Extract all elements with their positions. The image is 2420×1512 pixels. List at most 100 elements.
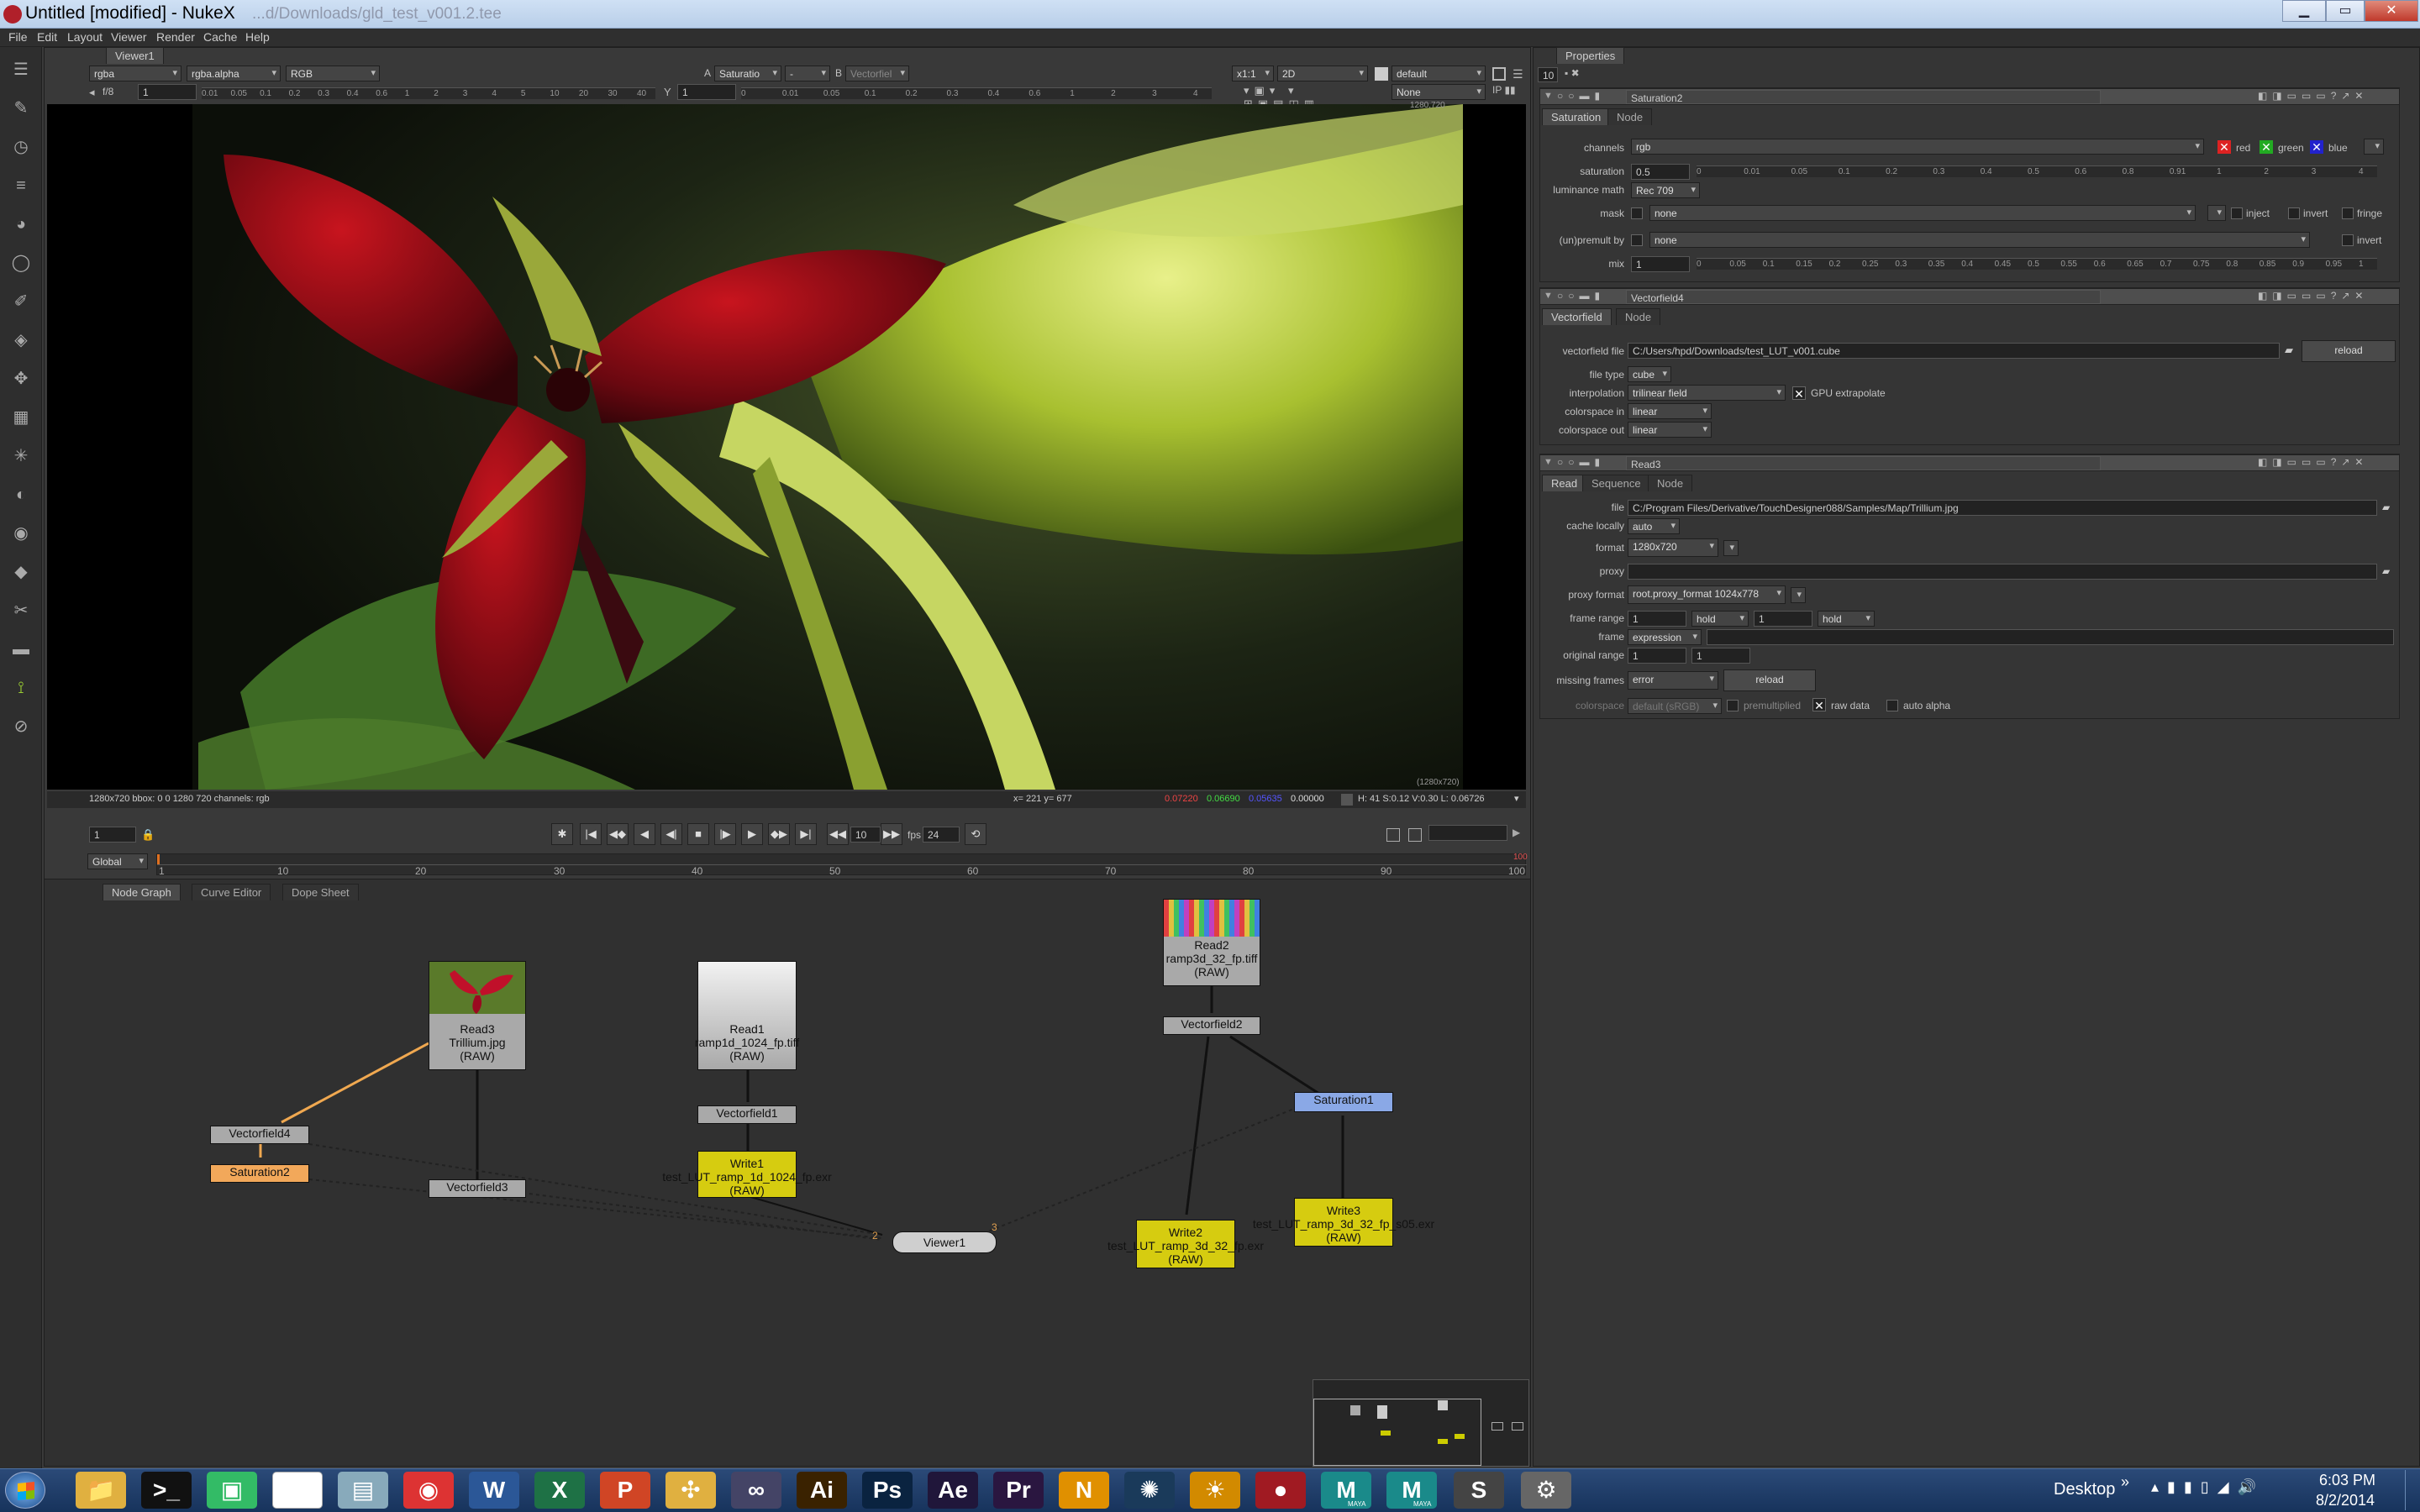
vectorfield4-name-field[interactable]: Vectorfield4 — [1626, 290, 2101, 304]
node-graph-minimap[interactable] — [1313, 1379, 1529, 1467]
original-range-end-field[interactable]: 1 — [1691, 648, 1750, 664]
taskbar-nuke-n-icon[interactable]: N — [1059, 1472, 1109, 1509]
luminance-math-dropdown[interactable]: Rec 709 — [1631, 182, 1700, 198]
raw-data-checkbox[interactable]: ✕ — [1812, 698, 1826, 712]
cache-locally-dropdown[interactable]: auto — [1628, 518, 1680, 534]
taskbar-gear-icon[interactable]: ⚙ — [1521, 1472, 1571, 1509]
mix-field[interactable]: 1 — [1631, 256, 1690, 272]
taskbar-photoshop-icon[interactable]: Ps — [862, 1472, 913, 1509]
mix-slider[interactable]: 0 0.05 0.1 0.15 0.2 0.25 0.3 0.35 0.4 0.45 0.5 0.55… — [1697, 258, 2377, 270]
tab-sequence[interactable]: Sequence — [1582, 475, 1650, 491]
taskbar-remote-icon[interactable]: ▣ — [207, 1472, 257, 1509]
invert-mask-checkbox[interactable] — [2288, 207, 2300, 219]
taskbar-premiere-icon[interactable]: Pr — [993, 1472, 1044, 1509]
tab-properties[interactable]: Properties — [1556, 47, 1625, 64]
green-checkbox[interactable]: ✕ — [2260, 140, 2273, 154]
start-button[interactable] — [5, 1472, 45, 1509]
red-checkbox[interactable]: ✕ — [2217, 140, 2231, 154]
node-header-buttons[interactable]: ◧◨▭▭▭?↗✕ — [2258, 456, 2368, 468]
system-tray-icons[interactable]: ▴▮▮▯◢🔊 — [2151, 1478, 2294, 1504]
taskbar-chrome-icon[interactable]: ◉ — [403, 1472, 454, 1509]
premultiplied-checkbox[interactable] — [1727, 700, 1739, 711]
desktop-toolbar-label[interactable]: Desktop — [2054, 1480, 2115, 1499]
read-file-field[interactable]: C:/Program Files/Derivative/TouchDesigne… — [1628, 500, 2377, 516]
taskbar-swirl-icon[interactable]: ∞ — [731, 1472, 781, 1509]
saturation2-name-field[interactable]: Saturation2 — [1626, 90, 2101, 104]
tab-vectorfield[interactable]: Vectorfield — [1542, 308, 1612, 325]
auto-alpha-checkbox[interactable] — [1886, 700, 1898, 711]
node-vectorfield1[interactable]: Vectorfield1 — [697, 1105, 797, 1124]
colorspace-in-dropdown[interactable]: linear — [1628, 403, 1712, 419]
frame-mode-dropdown[interactable]: expression — [1628, 629, 1702, 645]
premult-dropdown[interactable]: none — [1649, 232, 2310, 248]
minimap-toggle-icon[interactable] — [1512, 1422, 1523, 1431]
minimap-fit-icon[interactable] — [1491, 1422, 1503, 1431]
proxy-browse-icon[interactable]: ▰ — [2382, 565, 2394, 577]
interpolation-dropdown[interactable]: trilinear field — [1628, 385, 1786, 401]
frame-expression-field[interactable] — [1707, 629, 2394, 645]
node-header-icons[interactable]: ○○▬▮ — [1557, 290, 1605, 302]
taskbar-notepad-icon[interactable] — [272, 1472, 323, 1509]
alpha-channel-dropdown[interactable] — [2364, 139, 2384, 155]
node-write3[interactable]: Write3 test_LUT_ramp_3d_32_fp_s05.exr (R… — [1253, 1198, 1434, 1247]
minimize-button[interactable]: ▁ — [2282, 0, 2326, 22]
tab-node[interactable]: Node — [1616, 308, 1661, 325]
mask-channel-dropdown[interactable] — [2207, 205, 2226, 221]
node-read1[interactable]: Read1 ramp1d_1024_fp.tiff (RAW) — [695, 961, 799, 1070]
node-vectorfield2[interactable]: Vectorfield2 — [1163, 1016, 1260, 1035]
clock-time[interactable]: 6:03 PM — [2319, 1472, 2375, 1489]
collapse-icon[interactable]: ▼ — [1544, 91, 1553, 101]
node-header-buttons[interactable]: ◧◨▭▭▭?↗✕ — [2258, 90, 2368, 102]
taskbar-nukex-icon[interactable]: ● — [1255, 1472, 1306, 1509]
mask-checkbox[interactable] — [1631, 207, 1643, 219]
clock-date[interactable]: 8/2/2014 — [2316, 1492, 2375, 1509]
node-write2[interactable]: Write2 test_LUT_ramp_3d_32_fp.exr (RAW) — [1107, 1220, 1264, 1268]
missing-frames-dropdown[interactable]: error — [1628, 671, 1718, 690]
inject-checkbox[interactable] — [2231, 207, 2243, 219]
original-range-start-field[interactable]: 1 — [1628, 648, 1686, 664]
close-button[interactable]: ✕ — [2365, 0, 2418, 22]
taskbar-puzzle-icon[interactable]: ✣ — [666, 1472, 716, 1509]
taskbar-word-icon[interactable]: W — [469, 1472, 519, 1509]
mask-dropdown[interactable]: none — [1649, 205, 2196, 221]
lock-panels-icon[interactable]: ▪ ✖ — [1565, 67, 1580, 79]
proxy-field[interactable] — [1628, 564, 2377, 580]
colorspace-out-dropdown[interactable]: linear — [1628, 422, 1712, 438]
taskbar-sun-icon[interactable]: ☀ — [1190, 1472, 1240, 1509]
tab-node[interactable]: Node — [1648, 475, 1693, 491]
frame-range-end-field[interactable]: 1 — [1754, 611, 1812, 627]
premult-checkbox[interactable] — [1631, 234, 1643, 246]
node-read2[interactable]: Read2 ramp3d_32_fp.tiff (RAW) — [1163, 899, 1260, 986]
tab-read[interactable]: Read — [1542, 475, 1587, 491]
taskbar-blender-icon[interactable]: ✺ — [1124, 1472, 1175, 1509]
vectorfield-file-field[interactable]: C:/Users/hpd/Downloads/test_LUT_v001.cub… — [1628, 343, 2280, 359]
fringe-checkbox[interactable] — [2342, 207, 2354, 219]
proxy-format-dropdown[interactable]: root.proxy_format 1024x778 — [1628, 585, 1786, 604]
desktop-chevron-icon[interactable]: » — [2121, 1473, 2129, 1491]
node-write1[interactable]: Write1 test_LUT_ramp_1d_1024_fp.exr (RAW… — [662, 1151, 832, 1198]
taskbar-excel-icon[interactable]: X — [534, 1472, 585, 1509]
max-panels-field[interactable]: 10 — [1538, 67, 1558, 82]
after-hold-dropdown[interactable]: hold — [1818, 611, 1875, 627]
taskbar-powerpoint-icon[interactable]: P — [600, 1472, 650, 1509]
node-vectorfield4[interactable]: Vectorfield4 — [210, 1126, 309, 1144]
node-viewer1[interactable]: Viewer1 — [892, 1231, 997, 1253]
before-hold-dropdown[interactable]: hold — [1691, 611, 1749, 627]
show-desktop-button[interactable] — [2405, 1470, 2418, 1510]
blue-checkbox[interactable]: ✕ — [2310, 140, 2323, 154]
vectorfield-reload-button[interactable]: reload — [2302, 340, 2396, 362]
colorspace-dropdown[interactable]: default (sRGB) — [1628, 698, 1722, 714]
format-menu-button[interactable] — [1723, 540, 1739, 556]
saturation-slider[interactable]: 0 0.01 0.05 0.1 0.2 0.3 0.4 0.5 0.6 0.8 0.91 1 2 3 4 — [1697, 165, 2377, 177]
taskbar-sublime-icon[interactable]: S — [1454, 1472, 1504, 1509]
minimap-viewport[interactable] — [1313, 1399, 1481, 1466]
taskbar-illustrator-icon[interactable]: Ai — [797, 1472, 847, 1509]
node-read3[interactable]: Read3 Trillium.jpg (RAW) — [429, 961, 526, 1070]
node-saturation1[interactable]: Saturation1 — [1294, 1092, 1393, 1112]
collapse-icon[interactable]: ▼ — [1544, 457, 1553, 467]
frame-range-start-field[interactable]: 1 — [1628, 611, 1686, 627]
gpu-extrapolate-checkbox[interactable]: ✕ — [1792, 386, 1806, 401]
read-reload-button[interactable]: reload — [1723, 669, 1816, 691]
node-header-buttons[interactable]: ◧◨▭▭▭?↗✕ — [2258, 290, 2368, 302]
tab-saturation[interactable]: Saturation — [1542, 108, 1611, 125]
